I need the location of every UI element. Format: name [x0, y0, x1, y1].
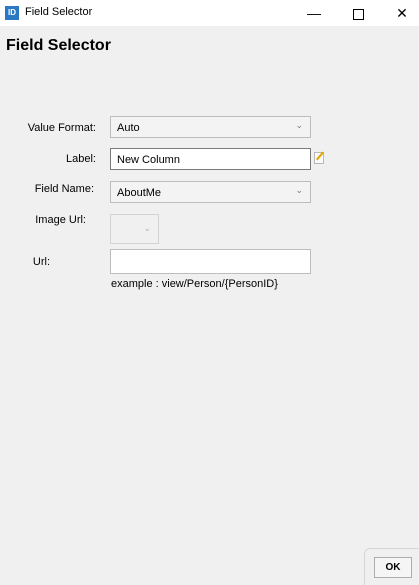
value-format-value: Auto [117, 122, 140, 134]
chevron-down-icon: ⌄ [143, 223, 151, 233]
image-url-label: Image Url: [35, 214, 86, 226]
field-name-dropdown[interactable]: AboutMe ⌄ [110, 181, 311, 203]
edit-icon[interactable] [314, 152, 324, 164]
label-field-label: Label: [66, 153, 96, 165]
minimize-button[interactable]: — [292, 0, 336, 26]
url-label: Url: [32, 256, 50, 268]
image-url-dropdown[interactable]: ⌄ [110, 214, 159, 244]
url-example-hint: example : view/Person/{PersonID} [111, 278, 278, 290]
maximize-button[interactable] [336, 0, 380, 26]
title-bar: ID Field Selector — ✕ [0, 0, 419, 26]
url-input[interactable] [110, 249, 311, 274]
chevron-down-icon: ⌄ [295, 185, 303, 195]
field-name-value: AboutMe [117, 187, 162, 199]
close-button[interactable]: ✕ [380, 0, 419, 26]
field-name-label: Field Name: [34, 183, 94, 195]
value-format-dropdown[interactable]: Auto ⌄ [110, 116, 311, 138]
label-input-value: New Column [117, 154, 180, 166]
chevron-down-icon: ⌄ [295, 120, 303, 130]
window-title: Field Selector [25, 6, 93, 18]
app-icon: ID [5, 6, 19, 20]
ok-button[interactable]: OK [374, 557, 412, 578]
page-title: Field Selector [6, 37, 111, 54]
maximize-icon [352, 8, 364, 20]
label-input[interactable]: New Column [110, 148, 311, 170]
value-format-label: Value Format: [27, 122, 96, 134]
